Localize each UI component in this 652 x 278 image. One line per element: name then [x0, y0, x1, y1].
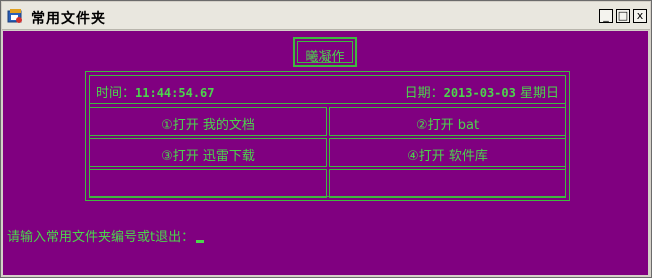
date-value: 2013-03-03 [443, 86, 516, 100]
console-app-icon [7, 9, 22, 23]
menu-item-bat: ②打开 bat [329, 107, 566, 136]
window-title: 常用文件夹 [31, 11, 106, 27]
maximize-button[interactable]: □ [616, 9, 630, 23]
console-window: 常用文件夹 _ □ x 曦凝作 时间：11:44:54.67 日期：2013-0… [0, 0, 652, 278]
menu-item-empty-left [89, 169, 327, 198]
title-bar[interactable]: 常用文件夹 _ □ x [2, 2, 650, 30]
date-display: 日期：2013-03-03 星期日 [405, 82, 559, 101]
menu-item-empty-right [329, 169, 566, 198]
weekday-label: 星期日 [519, 86, 559, 101]
menu-item-downloads: ③打开 迅雷下载 [89, 138, 327, 167]
console-heading: 曦凝作 [305, 50, 345, 65]
heading-box: 曦凝作 [293, 37, 357, 67]
time-label: 时间： [96, 86, 136, 101]
menu-item-documents: ①打开 我的文档 [89, 107, 327, 136]
datetime-row: 时间：11:44:54.67 日期：2013-03-03 星期日 [89, 75, 566, 104]
minimize-button[interactable]: _ [599, 9, 613, 23]
menu-item-label: ①打开 我的文档 [161, 118, 255, 133]
text-cursor [196, 240, 205, 243]
menu-item-label: ④打开 软件库 [407, 149, 488, 164]
date-label: 日期： [404, 86, 444, 101]
input-prompt[interactable]: 请输入常用文件夹编号或t退出： [7, 226, 205, 245]
prompt-text: 请输入常用文件夹编号或t退出： [7, 230, 195, 245]
menu-item-software: ④打开 软件库 [329, 138, 566, 167]
console-area[interactable]: 曦凝作 时间：11:44:54.67 日期：2013-03-03 星期日 ①打开… [3, 31, 648, 275]
time-value: 11:44:54.67 [135, 86, 215, 100]
time-display: 时间：11:44:54.67 [96, 82, 215, 101]
menu-frame: 时间：11:44:54.67 日期：2013-03-03 星期日 ①打开 我的文… [85, 71, 570, 201]
close-button[interactable]: x [633, 9, 647, 23]
menu-item-label: ③打开 迅雷下载 [161, 149, 255, 164]
menu-item-label: ②打开 bat [415, 118, 480, 133]
